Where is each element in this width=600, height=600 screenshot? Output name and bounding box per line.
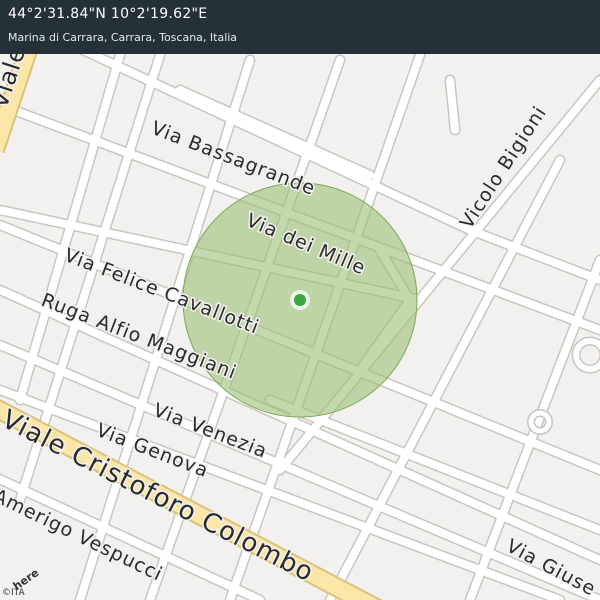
coordinates-text: 44°2'31.84"N 10°2'19.62"E bbox=[8, 6, 208, 22]
location-header: 44°2'31.84"N 10°2'19.62"E Marina di Carr… bbox=[0, 0, 600, 54]
location-dot[interactable] bbox=[294, 294, 306, 306]
map-attribution[interactable]: ©ITA bbox=[2, 588, 25, 598]
map-view[interactable]: Via Bassagrande Via dei Mille Vicolo Big… bbox=[0, 0, 600, 600]
map-canvas[interactable]: Via Bassagrande Via dei Mille Vicolo Big… bbox=[0, 0, 600, 600]
place-name-text: Marina di Carrara, Carrara, Toscana, Ita… bbox=[8, 31, 238, 44]
